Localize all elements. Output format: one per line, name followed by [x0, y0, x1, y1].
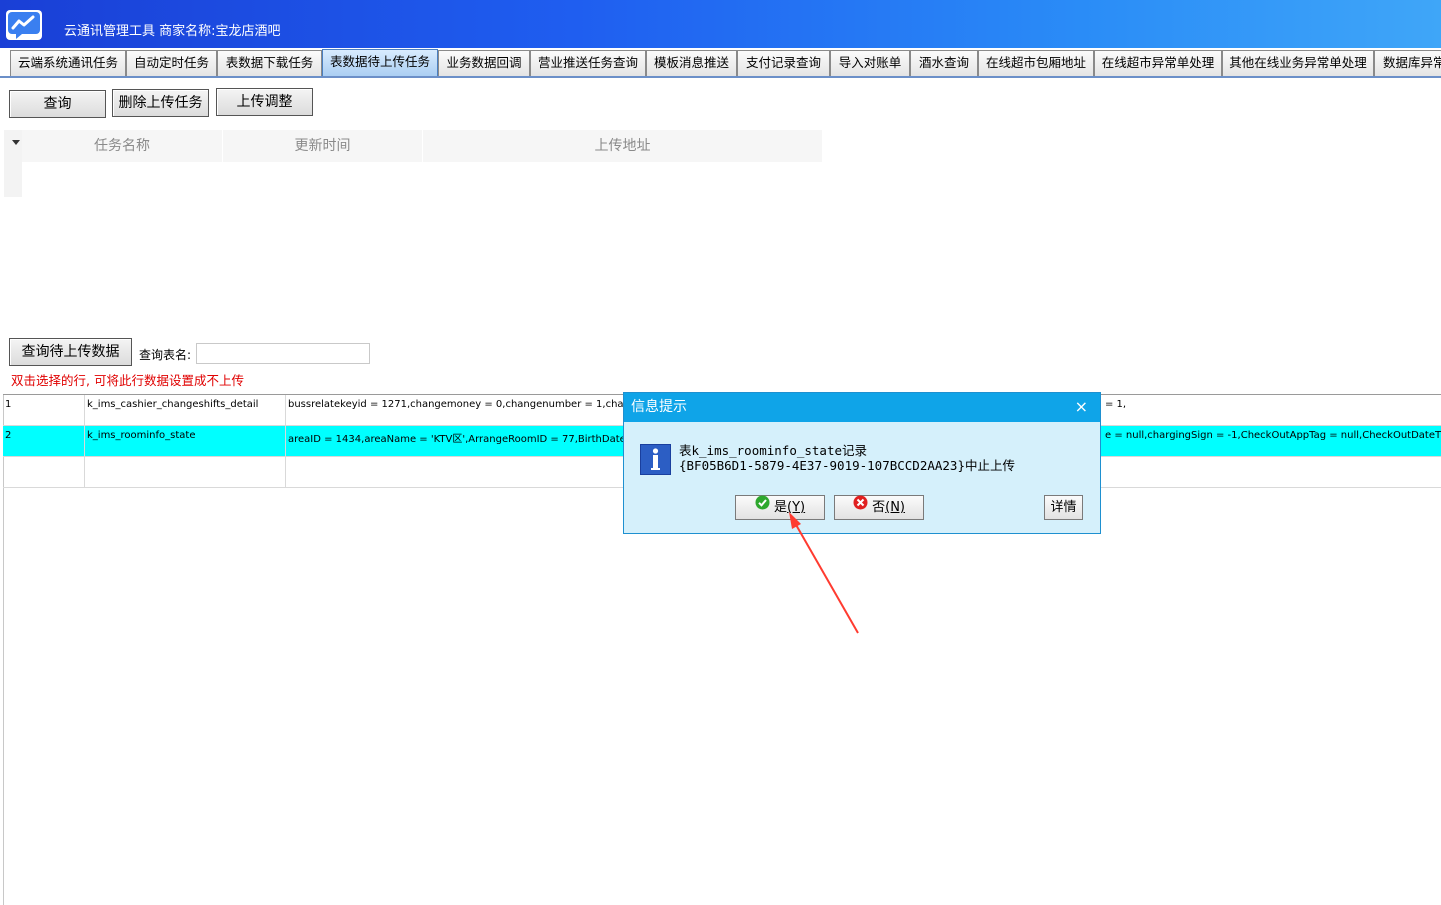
tab-auto-timed-tasks[interactable]: 自动定时任务: [126, 50, 217, 76]
check-icon: [755, 495, 770, 518]
row-number: 1: [3, 395, 85, 426]
table-name-input[interactable]: [196, 343, 370, 364]
grid-row-header: [4, 162, 22, 197]
tab-online-market-room-address[interactable]: 在线超市包厢地址: [978, 50, 1094, 76]
window-title: 云通讯管理工具 商家名称:宝龙店酒吧: [64, 24, 281, 39]
row-number: [3, 457, 85, 488]
details-button[interactable]: 详情: [1044, 495, 1083, 520]
query-pending-data-button[interactable]: 查询待上传数据: [9, 338, 132, 366]
app-logo-icon: [6, 10, 42, 40]
row-data: areaID = 1434,areaName = 'KTV区',ArrangeR…: [288, 434, 626, 445]
tab-database-exception[interactable]: 数据库异常: [1374, 50, 1441, 76]
tab-business-callback[interactable]: 业务数据回调: [438, 50, 530, 76]
row-table-name: k_ims_roominfo_state: [85, 426, 286, 457]
no-label: 否: [872, 500, 886, 515]
row-number: 2: [3, 426, 85, 457]
yes-label: 是: [774, 500, 788, 515]
row-data-tail: e = null,chargingSign = -1,CheckOutAppTa…: [1105, 430, 1441, 441]
row-data-tail: = 1,: [1105, 399, 1127, 410]
row-table-name: [85, 457, 286, 488]
table-name-label: 查询表名:: [139, 348, 192, 362]
tab-import-statement[interactable]: 导入对账单: [830, 50, 910, 76]
tab-table-pending-upload[interactable]: 表数据待上传任务: [322, 49, 438, 76]
no-button[interactable]: 否(N): [834, 495, 924, 520]
tab-cloud-comm-tasks[interactable]: 云端系统通讯任务: [10, 50, 126, 76]
column-header-upload-address[interactable]: 上传地址: [422, 130, 822, 162]
tab-table-download-tasks[interactable]: 表数据下载任务: [217, 50, 322, 76]
dialog-message-line1: 表k_ims_roominfo_state记录: [679, 443, 868, 458]
dropdown-triangle-icon: [12, 140, 20, 145]
tab-online-market-exception[interactable]: 在线超市异常单处理: [1094, 50, 1222, 76]
yes-button[interactable]: 是(Y): [735, 495, 825, 520]
double-click-hint: 双击选择的行, 可将此行数据设置成不上传: [11, 373, 244, 388]
title-bar: 云通讯管理工具 商家名称:宝龙店酒吧: [0, 0, 1441, 48]
no-shortcut: (N): [885, 500, 906, 515]
tab-drinks-query[interactable]: 酒水查询: [910, 50, 978, 76]
dialog-message: 表k_ims_roominfo_state记录 {BF05B6D1-5879-4…: [679, 443, 1089, 473]
info-dialog: 信息提示 × 表k_ims_roominfo_state记录 {BF05B6D1…: [623, 392, 1101, 534]
upload-adjust-button[interactable]: 上传调整: [216, 88, 313, 116]
column-header-update-time[interactable]: 更新时间: [222, 130, 422, 162]
close-icon[interactable]: ×: [1075, 396, 1088, 418]
yes-shortcut: (Y): [787, 500, 806, 515]
row-data: bussrelatekeyid = 1271,changemoney = 0,c…: [288, 399, 626, 410]
delete-upload-task-button[interactable]: 删除上传任务: [112, 89, 209, 117]
column-header-task-name[interactable]: 任务名称: [22, 130, 222, 162]
row-table-name: k_ims_cashier_changeshifts_detail: [85, 395, 286, 426]
tab-template-message-push[interactable]: 模板消息推送: [646, 50, 737, 76]
grid-corner[interactable]: [4, 130, 22, 162]
info-icon: [640, 444, 671, 475]
tab-payment-record-query[interactable]: 支付记录查询: [737, 50, 830, 76]
tab-other-online-exception[interactable]: 其他在线业务异常单处理: [1222, 50, 1374, 76]
dialog-title: 信息提示: [624, 393, 1100, 422]
dialog-message-line2: {BF05B6D1-5879-4E37-9019-107BCCD2AA23}中止…: [679, 458, 1015, 473]
cross-icon: [853, 495, 868, 518]
tab-strip: 云端系统通讯任务 自动定时任务 表数据下载任务 表数据待上传任务 业务数据回调 …: [0, 48, 1441, 78]
tab-business-push-query[interactable]: 营业推送任务查询: [530, 50, 646, 76]
query-button[interactable]: 查询: [9, 90, 106, 118]
